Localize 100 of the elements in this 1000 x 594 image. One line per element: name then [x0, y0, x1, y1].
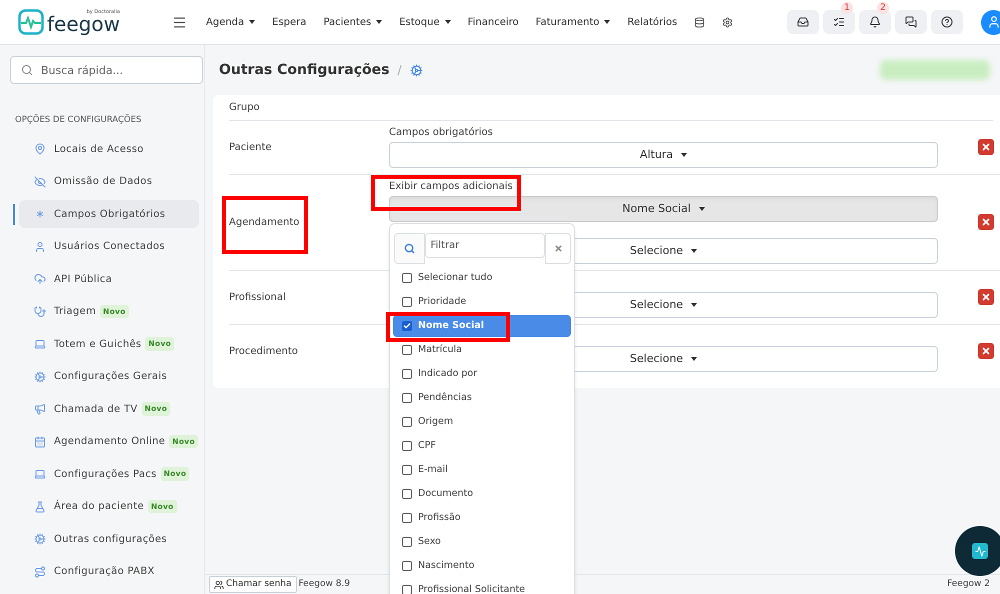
- select-field[interactable]: Altura: [389, 142, 938, 168]
- toolbar-button[interactable]: [895, 10, 927, 34]
- checklist-icon: [833, 16, 845, 28]
- dropdown-option[interactable]: Prioridade: [393, 291, 571, 313]
- toolbar-button[interactable]: [931, 10, 963, 34]
- brand-name: feegow: [47, 14, 120, 34]
- checkbox[interactable]: [402, 489, 412, 499]
- caret-icon: [249, 20, 256, 24]
- close-icon: [981, 142, 991, 152]
- dropdown-option[interactable]: Selecionar tudo: [393, 267, 571, 289]
- logo-icon: [18, 9, 44, 35]
- asterisk-icon: [34, 208, 46, 220]
- active-indicator: [13, 204, 15, 225]
- count-badge: 2: [877, 2, 889, 14]
- checkbox[interactable]: [402, 585, 412, 594]
- group-label: Agendamento: [229, 216, 300, 230]
- sidebar-item[interactable]: Configuração PABX: [19, 558, 199, 586]
- user-icon: [34, 240, 46, 252]
- checkbox[interactable]: [402, 465, 412, 475]
- sidebar-item[interactable]: Outras configurações: [19, 525, 199, 553]
- caret-icon: [691, 249, 698, 253]
- dropdown-option[interactable]: Documento: [393, 483, 571, 505]
- version-text: Feegow 2: [947, 578, 990, 591]
- delete-button[interactable]: [978, 139, 994, 155]
- nav-item[interactable]: Faturamento: [536, 14, 610, 30]
- checkbox[interactable]: [402, 513, 412, 523]
- gears-icon[interactable]: [410, 64, 422, 76]
- sidebar-item[interactable]: Configurações Gerais: [19, 362, 199, 390]
- nav-item[interactable]: Pacientes: [323, 14, 382, 30]
- cloud-upload-icon: [34, 273, 46, 285]
- nav-item[interactable]: Financeiro: [468, 14, 519, 30]
- delete-button[interactable]: [978, 214, 994, 230]
- nav-item[interactable]: Estoque: [399, 14, 451, 30]
- dropdown-option[interactable]: Profissional Solicitante: [393, 579, 571, 594]
- caret-icon: [444, 20, 451, 24]
- field-label: Exibir campos adicionais: [389, 180, 513, 194]
- monitor-icon: [972, 543, 988, 559]
- caret-icon: [604, 20, 610, 24]
- field-label: Campos obrigatórios: [389, 126, 493, 140]
- checkbox[interactable]: [402, 297, 412, 307]
- count-badge: 1: [841, 2, 853, 14]
- caret-icon: [376, 20, 382, 24]
- group-label: Paciente: [229, 140, 273, 154]
- sidebar-item[interactable]: Usuários Conectados: [19, 232, 199, 260]
- calendar-icon: [34, 436, 46, 448]
- caret-icon: [681, 153, 688, 157]
- floating-button[interactable]: [955, 526, 1000, 576]
- group-label: Procedimento: [229, 344, 299, 358]
- select-field[interactable]: Nome Social: [389, 196, 938, 222]
- sidebar-item[interactable]: Omissão de Dados: [19, 168, 199, 196]
- toolbar-button[interactable]: [823, 10, 855, 34]
- dropdown-option[interactable]: Origem: [393, 411, 571, 433]
- version-text: Feegow 8.9: [298, 578, 350, 591]
- checkbox[interactable]: [402, 441, 412, 451]
- delete-button[interactable]: [978, 289, 994, 305]
- gears-icon: [34, 370, 46, 382]
- database-icon[interactable]: [694, 16, 706, 28]
- clear-icon: [554, 244, 563, 253]
- inbox-icon: [797, 16, 809, 28]
- sidebar-item[interactable]: Locais de Acesso: [19, 135, 199, 163]
- sidebar-item[interactable]: Campos Obrigatórios: [19, 200, 199, 228]
- checkbox[interactable]: [402, 417, 412, 427]
- page-title: Outras Configurações: [219, 60, 390, 80]
- search-field[interactable]: Busca rápida...: [10, 56, 203, 84]
- toolbar-button[interactable]: [787, 10, 819, 34]
- route-icon: [34, 566, 46, 578]
- checkbox[interactable]: [402, 321, 412, 331]
- bell-icon: [869, 16, 881, 28]
- nav-item[interactable]: Relatórios: [627, 14, 678, 30]
- checkbox[interactable]: [402, 561, 412, 571]
- dropdown-option[interactable]: Sexo: [393, 531, 571, 553]
- dropdown-option[interactable]: E-mail: [393, 459, 571, 481]
- delete-button[interactable]: [978, 343, 994, 359]
- checkbox[interactable]: [402, 393, 412, 403]
- dropdown-option[interactable]: Nascimento: [393, 555, 571, 577]
- close-icon: [981, 217, 991, 227]
- checkbox[interactable]: [402, 273, 412, 283]
- stethoscope-icon: [34, 306, 46, 318]
- pin-icon: [34, 143, 46, 155]
- sidebar-item[interactable]: API Pública: [19, 265, 199, 293]
- users-icon: [214, 580, 224, 590]
- close-icon: [981, 346, 991, 356]
- laptop-icon: [34, 468, 46, 480]
- nav-item[interactable]: Espera: [272, 14, 306, 30]
- caret-icon: [691, 303, 698, 307]
- toolbar-button[interactable]: [859, 10, 891, 34]
- checkbox[interactable]: [402, 345, 412, 355]
- filter-field[interactable]: Filtrar: [425, 233, 546, 258]
- nav-item[interactable]: Agenda: [206, 14, 256, 30]
- dropdown-option[interactable]: Profissão: [393, 507, 571, 529]
- call-button[interactable]: Chamar senha: [209, 576, 296, 593]
- avatar-icon[interactable]: [981, 10, 1000, 34]
- checkbox[interactable]: [402, 369, 412, 379]
- caret-icon: [698, 207, 705, 211]
- menu-icon[interactable]: [172, 14, 187, 30]
- checkbox[interactable]: [402, 537, 412, 547]
- dropdown-option[interactable]: CPF: [393, 435, 571, 457]
- megaphone-icon: [34, 403, 46, 415]
- settings-icon[interactable]: [722, 16, 734, 28]
- dropdown-option[interactable]: Pendências: [393, 387, 571, 409]
